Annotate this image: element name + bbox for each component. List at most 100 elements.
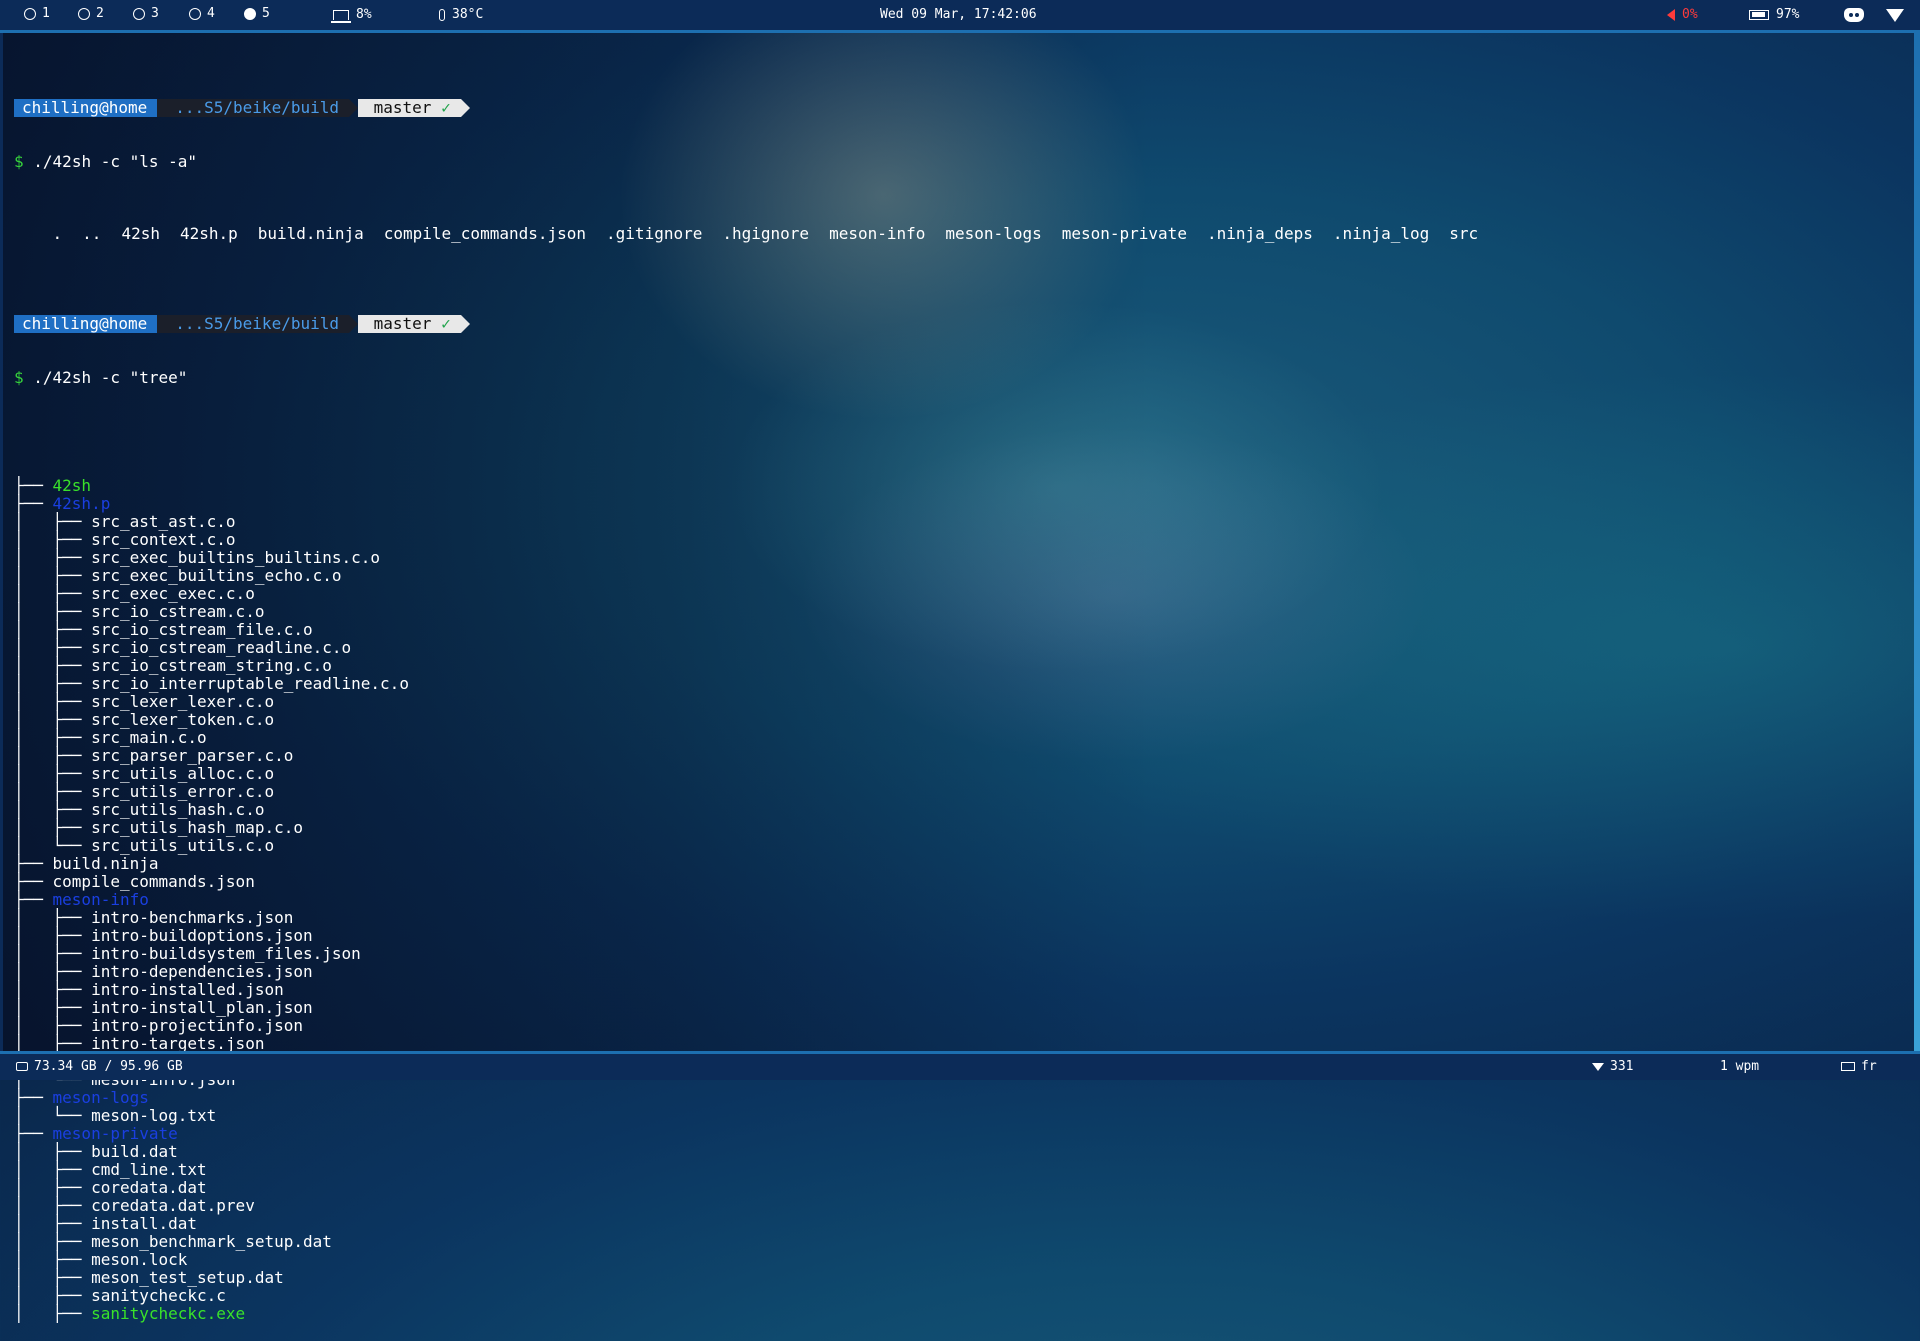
battery-indicator: 97% (1749, 7, 1799, 22)
tree-row: │ └── src_utils_utils.c.o (14, 837, 1498, 855)
tree-file-name: src_lexer_token.c.o (91, 710, 275, 729)
tree-file-name: compile_commands.json (52, 872, 255, 891)
tree-guide: │ └── (14, 836, 92, 855)
tree-guide: │ ├── (14, 1268, 92, 1287)
tree-directory-name: meson-logs (52, 1088, 149, 1107)
prompt-branch: master ✓ (358, 315, 470, 333)
volume-indicator[interactable]: 0% (1667, 7, 1698, 22)
tree-row: │ ├── intro-install_plan.json (14, 999, 1498, 1017)
tree-row: │ ├── src_context.c.o (14, 531, 1498, 549)
tree-row: │ ├── src_io_cstream_readline.c.o (14, 639, 1498, 657)
tree-file-name: src_utils_hash_map.c.o (91, 818, 303, 837)
tree-row: │ ├── src_ast_ast.c.o (14, 513, 1498, 531)
tree-guide: │ ├── (14, 710, 92, 729)
clock: Wed 09 Mar, 17:42:06 (880, 7, 1037, 22)
tree-guide: │ ├── (14, 1142, 92, 1161)
tree-file-name: src_io_interruptable_readline.c.o (91, 674, 409, 693)
tree-guide: ├── (14, 1124, 53, 1143)
keyboard-icon (1841, 1062, 1855, 1071)
tree-guide: │ ├── (14, 980, 92, 999)
tree-row: │ ├── cmd_line.txt (14, 1161, 1498, 1179)
workspace-3[interactable]: 3 (133, 6, 159, 21)
tree-guide: │ ├── (14, 728, 92, 747)
prompt-path: ...S5/beike/build (157, 99, 358, 117)
tree-file-name: src_io_cstream_string.c.o (91, 656, 332, 675)
tree-guide: │ ├── (14, 1016, 92, 1035)
discord-tray[interactable] (1844, 8, 1864, 22)
tree-file-name: meson.lock (91, 1250, 188, 1269)
tree-row: │ ├── meson_test_setup.dat (14, 1269, 1498, 1287)
tree-file-name: src_io_cstream_readline.c.o (91, 638, 352, 657)
tree-row: │ ├── src_lexer_token.c.o (14, 711, 1498, 729)
tree-guide: │ ├── (14, 638, 92, 657)
tree-guide: │ ├── (14, 1232, 92, 1251)
tree-guide: │ ├── (14, 746, 92, 765)
tree-directory-name: meson-private (52, 1124, 178, 1143)
tree-file-name: src_ast_ast.c.o (91, 512, 236, 531)
tree-guide: │ ├── (14, 1250, 92, 1269)
tree-guide: │ ├── (14, 566, 92, 585)
tree-file-name: intro-projectinfo.json (91, 1016, 303, 1035)
tree-row: │ ├── src_io_cstream.c.o (14, 603, 1498, 621)
disk-icon (16, 1062, 28, 1071)
tree-guide: │ ├── (14, 800, 92, 819)
workspace-circle-icon (189, 7, 201, 20)
tree-guide: │ ├── (14, 944, 92, 963)
tree-file-name: coredata.dat.prev (91, 1196, 255, 1215)
tree-row: │ ├── intro-installed.json (14, 981, 1498, 999)
speaker-muted-icon (1667, 8, 1675, 21)
window-border-right (1914, 33, 1920, 1051)
tree-row: ├── meson-info (14, 891, 1498, 909)
tree-file-name: sanitycheckc.exe (91, 1304, 246, 1323)
laptop-icon (331, 9, 351, 23)
tree-file-name: coredata.dat (91, 1178, 207, 1197)
tree-file-name: intro-benchmarks.json (91, 908, 294, 927)
wifi-tray[interactable] (1886, 9, 1904, 22)
tree-row: │ ├── src_lexer_lexer.c.o (14, 693, 1498, 711)
discord-icon (1844, 8, 1864, 22)
prompt-path: ...S5/beike/build (157, 315, 358, 333)
tree-file-name: src_utils_error.c.o (91, 782, 275, 801)
tree-guide: │ ├── (14, 1214, 92, 1233)
tree-row: ├── meson-logs (14, 1089, 1498, 1107)
clean-check-icon: ✓ (441, 98, 451, 117)
terminal-output[interactable]: chilling@home ...S5/beike/build master ✓ … (14, 63, 1498, 1341)
workspace-circle-icon (24, 7, 36, 20)
tree-file-name: src_utils_alloc.c.o (91, 764, 275, 783)
tree-row: │ ├── install.dat (14, 1215, 1498, 1233)
workspace-4[interactable]: 4 (189, 6, 215, 21)
keyboard-layout[interactable]: fr (1841, 1059, 1877, 1074)
tree-row: │ ├── sanitycheckc.c (14, 1287, 1498, 1305)
workspace-circle-icon (133, 7, 145, 20)
command-text: ./42sh -c "tree" (33, 368, 188, 387)
tree-guide: │ ├── (14, 620, 92, 639)
tree-file-name: src_io_cstream_file.c.o (91, 620, 313, 639)
tree-row: │ ├── src_main.c.o (14, 729, 1498, 747)
tree-guide: │ ├── (14, 926, 92, 945)
tree-guide: │ └── (14, 1106, 92, 1125)
tree-guide: │ ├── (14, 674, 92, 693)
tree-row: │ ├── src_io_cstream_file.c.o (14, 621, 1498, 639)
tree-file-name: src_lexer_lexer.c.o (91, 692, 275, 711)
tree-file-name: intro-install_plan.json (91, 998, 313, 1017)
tree-guide: │ ├── (14, 818, 92, 837)
tree-file-name: src_exec_builtins_echo.c.o (91, 566, 342, 585)
tree-row: │ ├── meson_benchmark_setup.dat (14, 1233, 1498, 1251)
workspace-1[interactable]: 1 (24, 6, 50, 21)
tree-file-name: 42sh (52, 476, 92, 495)
workspace-2[interactable]: 2 (78, 6, 104, 21)
tree-row: ├── compile_commands.json (14, 873, 1498, 891)
tree-guide: │ ├── (14, 908, 92, 927)
tree-file-name: src_utils_utils.c.o (91, 836, 275, 855)
tree-guide: │ ├── (14, 656, 92, 675)
tree-row: │ ├── intro-projectinfo.json (14, 1017, 1498, 1035)
command-line: $ ./42sh -c "ls -a" (14, 152, 198, 171)
tree-guide: ├── (14, 890, 53, 909)
tree-guide: ├── (14, 872, 53, 891)
tree-directory-name: meson-info (52, 890, 149, 909)
tree-file-name: meson-log.txt (91, 1106, 217, 1125)
thermometer-icon (439, 8, 445, 21)
workspace-5[interactable]: 5 (244, 6, 270, 21)
